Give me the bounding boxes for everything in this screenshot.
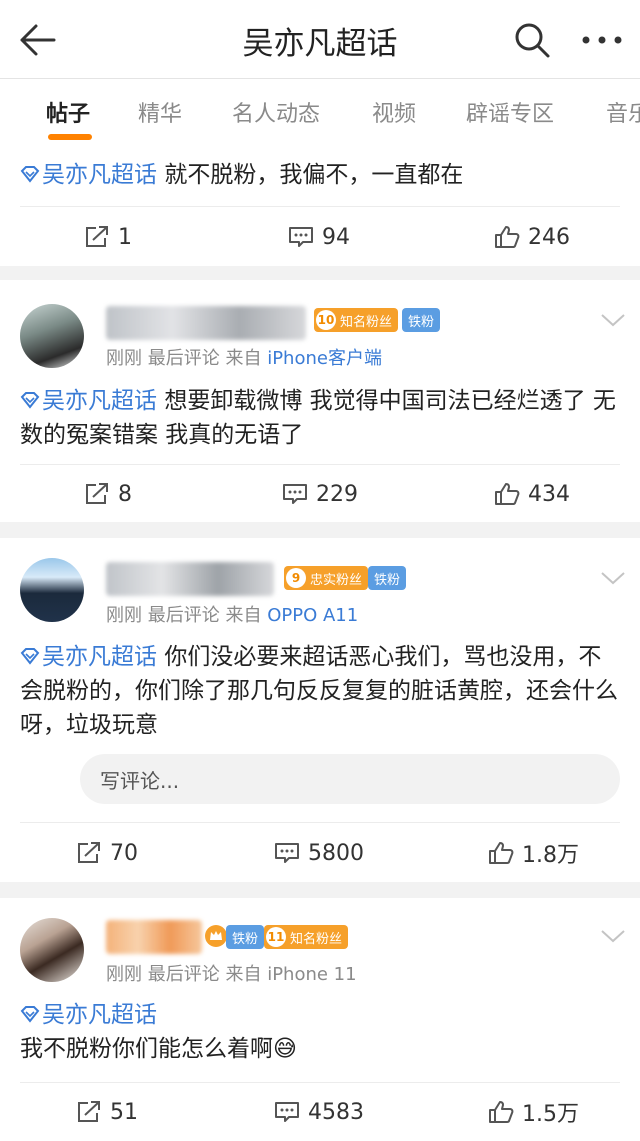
divider [20,206,620,207]
chevron-down-icon[interactable] [600,570,626,586]
repost-icon [78,1101,100,1122]
more-options-icon[interactable] [580,30,624,50]
comment-count: 229 [316,481,358,507]
tab-featured[interactable]: 精华 [138,96,182,128]
comment-button[interactable]: 229 [282,466,358,522]
card-separator [0,882,640,898]
comment-button[interactable]: 5800 [274,825,364,881]
topic-tag-link[interactable]: 吴亦凡超话 [42,1002,157,1028]
like-count: 246 [528,224,570,250]
avatar[interactable] [20,918,84,982]
top-bar: 吴亦凡超话 [0,0,640,80]
post-text: 吴亦凡超话 就不脱粉，我偏不，一直都在 [20,158,620,192]
source-link[interactable]: iPhone 11 [267,964,356,985]
fan-level-badge: 11 知名粉丝 [264,925,349,949]
repost-count: 8 [118,481,132,507]
write-comment-input[interactable]: 写评论... [80,754,620,804]
sweat-smile-emoji-icon: 😅 [273,1036,297,1062]
username-blurred[interactable] [106,306,306,340]
post-text: 吴亦凡超话 [20,998,620,1032]
avatar[interactable] [20,558,84,622]
post-meta: 刚刚 最后评论 来自 iPhone客户端 [106,348,382,369]
comment-count: 94 [322,224,350,250]
search-icon[interactable] [512,20,552,60]
card-separator [0,266,640,280]
post-actions: 1 94 246 [0,209,640,265]
topic-tag-link[interactable]: 吴亦凡超话 [42,388,157,414]
post-actions: 51 4583 1.5万 [0,1084,640,1140]
tab-rumor-refute[interactable]: 辟谣专区 [466,96,554,128]
thumbs-up-icon [495,483,520,505]
comment-icon [275,843,299,863]
fan-level-badge: 9 忠实粉丝 [284,566,369,590]
source-link[interactable]: OPPO A11 [267,605,358,626]
username-blurred[interactable] [106,562,274,596]
tab-videos[interactable]: 视频 [372,96,416,128]
repost-button[interactable]: 1 [84,209,132,265]
like-count: 1.8万 [522,843,579,868]
tab-music[interactable]: 音乐 [606,96,640,128]
repost-count: 51 [110,1099,138,1125]
comment-count: 4583 [308,1099,364,1125]
thumbs-up-icon [495,226,520,248]
tab-posts[interactable]: 帖子 [46,96,90,128]
avatar[interactable] [20,304,84,368]
repost-count: 70 [110,840,138,866]
super-topic-diamond-icon [20,648,40,665]
chevron-down-icon[interactable] [600,312,626,328]
post-body: 就不脱粉，我偏不，一直都在 [164,162,464,188]
repost-button[interactable]: 51 [76,1084,138,1140]
username-blurred[interactable] [106,920,202,954]
like-button[interactable]: 1.8万 [488,825,579,881]
comment-icon [289,227,313,247]
repost-icon [78,842,100,863]
repost-count: 1 [118,224,132,250]
post-actions: 8 229 434 [0,466,640,522]
source-link[interactable]: iPhone客户端 [267,348,382,369]
card-separator [0,522,640,538]
divider [20,1082,620,1083]
repost-icon [86,483,108,504]
like-count: 1.5万 [522,1102,579,1127]
super-topic-diamond-icon [20,1006,40,1023]
super-topic-diamond-icon [20,166,40,183]
active-tab-indicator [48,134,92,140]
iron-fan-badge: 铁粉 [368,566,407,590]
repost-button[interactable]: 70 [76,825,138,881]
divider [20,464,620,465]
comment-icon [275,1102,299,1122]
like-button[interactable]: 434 [494,466,570,522]
tab-celebrity-news[interactable]: 名人动态 [232,96,320,128]
post-text: 吴亦凡超话 想要卸载微博 我觉得中国司法已经烂透了 无数的冤案错案 我真的无语了 [20,384,620,452]
post-text: 吴亦凡超话 你们没必要来超话恶心我们，骂也没用，不会脱粉的，你们除了那几句反反复… [20,640,620,742]
post-meta: 刚刚 最后评论 来自 OPPO A11 [106,605,359,626]
iron-fan-badge: 铁粉 [402,308,441,332]
repost-button[interactable]: 8 [84,466,132,522]
post-body: 我不脱粉你们能怎么着啊😅 [20,1036,297,1062]
crown-icon [205,925,227,947]
divider [20,822,620,823]
like-count: 434 [528,481,570,507]
thumbs-up-icon [489,842,514,864]
like-button[interactable]: 1.5万 [488,1084,579,1140]
divider [0,78,640,79]
post-actions: 70 5800 1.8万 [0,825,640,881]
thumbs-up-icon [489,1101,514,1123]
comment-icon [283,484,307,504]
topic-tag-link[interactable]: 吴亦凡超话 [42,644,157,670]
iron-fan-badge: 铁粉 [226,925,265,949]
comment-count: 5800 [308,840,364,866]
chevron-down-icon[interactable] [600,928,626,944]
repost-icon [86,226,108,247]
super-topic-diamond-icon [20,392,40,409]
topic-tag-link[interactable]: 吴亦凡超话 [42,162,157,188]
comment-button[interactable]: 4583 [274,1084,364,1140]
fan-level-badge: 10 知名粉丝 [314,308,399,332]
post-meta: 刚刚 最后评论 来自 iPhone 11 [106,964,357,985]
like-button[interactable]: 246 [494,209,570,265]
comment-button[interactable]: 94 [288,209,350,265]
